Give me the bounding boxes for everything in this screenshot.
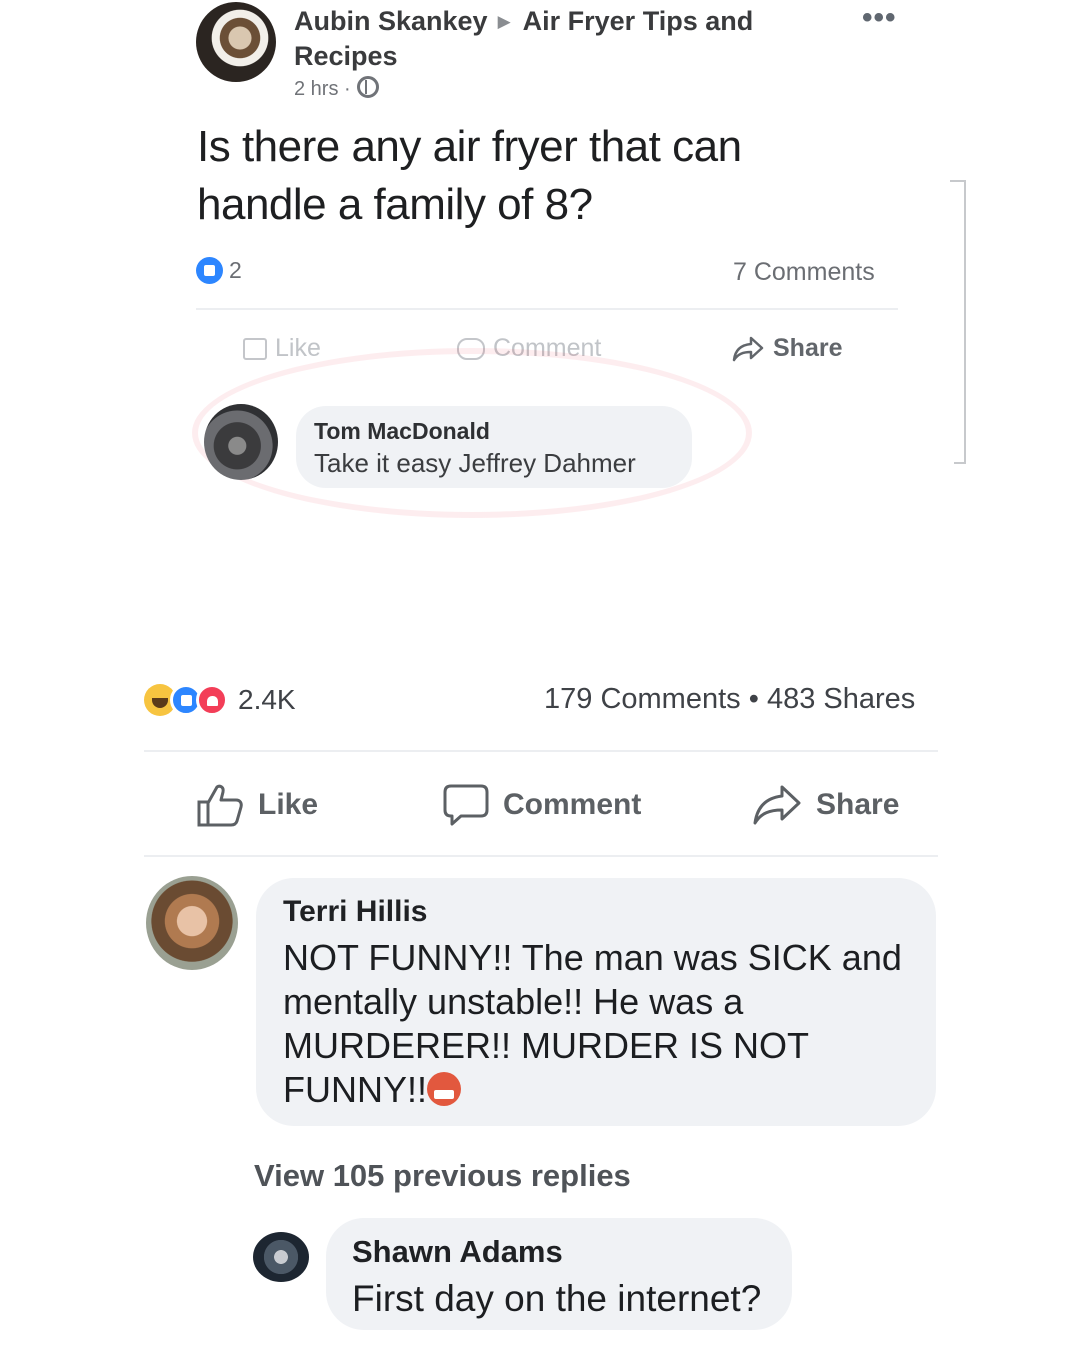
inner-like-label: Like (275, 334, 321, 362)
share-button[interactable]: Share (752, 782, 899, 828)
comment-text: NOT FUNNY!! The man was SICK and mentall… (283, 936, 923, 1112)
share-icon (732, 337, 764, 362)
inner-group-name[interactable]: Air Fryer Tips and (523, 6, 754, 36)
inner-share-label: Share (773, 334, 843, 362)
angry-emoji-icon (427, 1072, 461, 1106)
comment-text-line: FUNNY!! (283, 1069, 427, 1110)
shawn-avatar[interactable] (253, 1232, 309, 1282)
thumbs-up-icon (243, 338, 267, 361)
inner-share-button[interactable]: Share (731, 334, 842, 363)
share-label: Share (816, 788, 900, 821)
inner-reactions[interactable]: 2 (196, 256, 242, 285)
inner-post-text-line: Is there any air fryer that can (197, 122, 742, 171)
inner-commenter-name[interactable]: Tom MacDonald (314, 418, 490, 445)
inner-reaction-count: 2 (229, 257, 242, 284)
thumbs-up-icon (197, 784, 243, 827)
comment-text-line: NOT FUNNY!! The man was SICK and (283, 937, 902, 978)
comments-count[interactable]: 179 Comments (544, 683, 741, 715)
inner-author-name[interactable]: Aubin Skankey (294, 6, 488, 36)
like-reaction-icon (196, 257, 223, 285)
view-previous-replies-link[interactable]: View 105 previous replies (254, 1158, 631, 1194)
arrow-right-icon: ▶ (497, 12, 511, 31)
globe-icon (356, 76, 379, 98)
more-options-icon[interactable]: ••• (862, 3, 897, 33)
reactions-count: 2.4K (238, 683, 296, 715)
inner-post-text-line: handle a family of 8? (197, 180, 593, 229)
divider (144, 855, 938, 857)
commenter-name[interactable]: Terri Hillis (283, 895, 428, 929)
inner-post-header: Aubin Skankey ▶ Air Fryer Tips and Recipes (294, 4, 814, 73)
outer-stats: 179 Comments • 483 Shares (544, 683, 915, 716)
inner-like-button[interactable]: Like (243, 334, 321, 363)
comment-label: Comment (503, 788, 642, 821)
inner-divider (196, 308, 898, 310)
terri-avatar[interactable] (146, 876, 238, 970)
like-label: Like (258, 788, 319, 821)
comment-icon (443, 784, 489, 826)
inner-group-name-cont[interactable]: Recipes (294, 41, 398, 71)
inner-post-meta: 2 hrs · (294, 76, 379, 101)
share-icon (753, 785, 801, 825)
shares-count[interactable]: 483 Shares (767, 683, 915, 715)
scroll-edge (950, 180, 966, 464)
divider (144, 750, 938, 752)
comment-text-line: mentally unstable!! He was a (283, 981, 744, 1022)
inner-comment-text: Take it easy Jeffrey Dahmer (314, 448, 636, 478)
like-button[interactable]: Like (196, 782, 318, 828)
comment-text-line: MURDERER!! MURDER IS NOT (283, 1025, 810, 1066)
comment-button[interactable]: Comment (443, 782, 641, 828)
inner-author-avatar[interactable] (196, 2, 276, 82)
outer-reactions[interactable]: 2.4K (144, 682, 296, 716)
replier-name[interactable]: Shawn Adams (352, 1234, 563, 1270)
love-icon (196, 683, 228, 716)
comment-text-line-last: FUNNY!! (283, 1068, 923, 1112)
inner-post-text: Is there any air fryer that can handle a… (197, 118, 837, 234)
reply-text: First day on the internet? (352, 1278, 762, 1319)
inner-comments-count[interactable]: 7 Comments (733, 258, 875, 287)
inner-post-time[interactable]: 2 hrs · (294, 78, 351, 100)
commenter-avatar[interactable] (204, 404, 278, 480)
stats-separator: • (748, 683, 759, 715)
